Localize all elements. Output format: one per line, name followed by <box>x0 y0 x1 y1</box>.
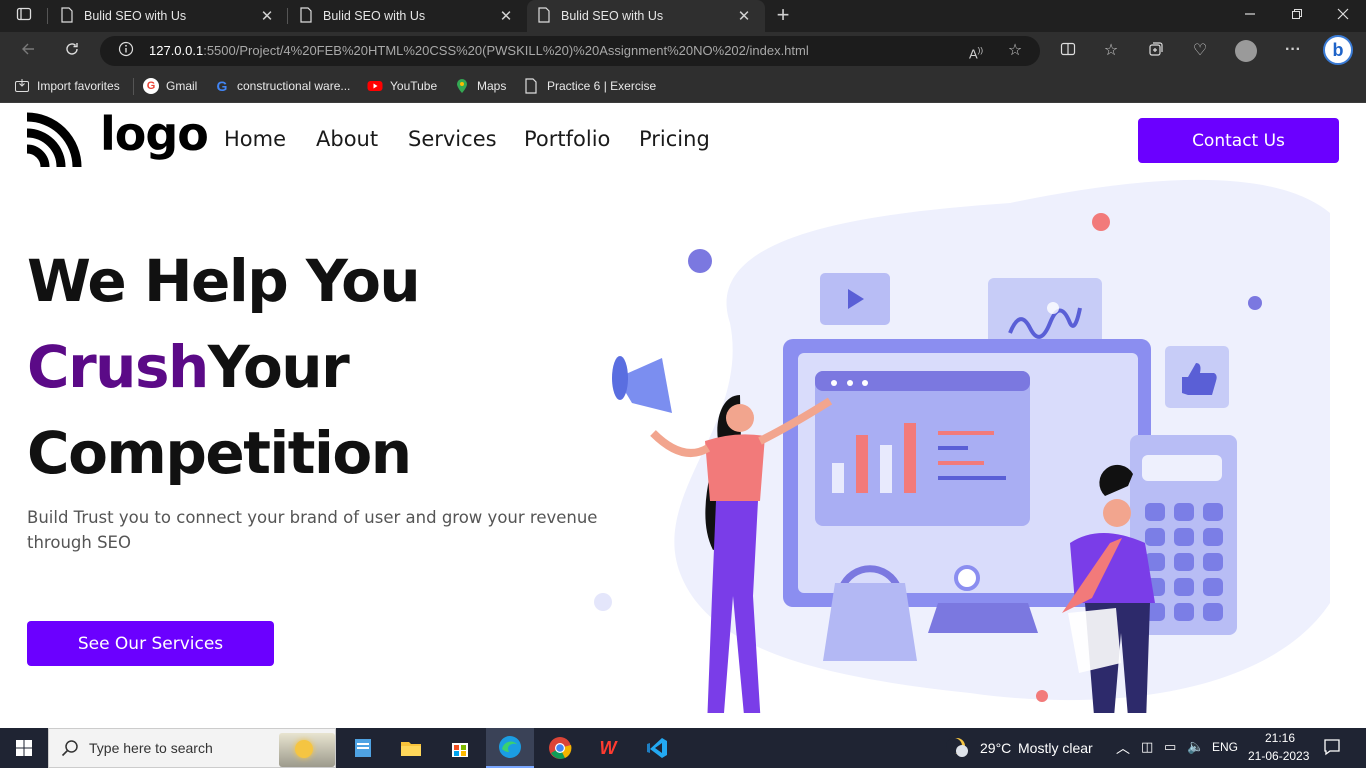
star-icon[interactable]: ☆ <box>1005 41 1025 61</box>
hero-title-your: Your <box>207 333 350 401</box>
store-app-icon[interactable] <box>436 728 484 768</box>
nav-pricing[interactable]: Pricing <box>639 127 710 151</box>
favorites-bar: Import favorites G Gmail G constructiona… <box>0 70 1366 103</box>
hero-subtitle: Build Trust you to connect your brand of… <box>27 508 598 552</box>
refresh-icon[interactable] <box>62 41 82 63</box>
page-icon <box>299 6 313 26</box>
page-icon <box>60 6 74 26</box>
favorite-import[interactable]: Import favorites <box>14 76 120 96</box>
favorite-maps[interactable]: Maps <box>454 76 506 96</box>
restore-icon[interactable] <box>1287 6 1307 26</box>
volume-icon[interactable]: 🔈 <box>1187 738 1204 755</box>
minimize-icon[interactable] <box>1240 6 1260 26</box>
page-icon <box>524 78 540 94</box>
logo-icon <box>27 112 82 167</box>
hero-title-line3: Competition <box>27 419 412 487</box>
favorite-youtube[interactable]: YouTube <box>367 76 437 96</box>
network-icon[interactable]: ◫ <box>1141 739 1153 755</box>
plus-icon[interactable]: + <box>772 4 794 26</box>
close-icon[interactable]: ✕ <box>736 7 752 25</box>
youtube-icon <box>367 78 383 94</box>
chevron-up-icon[interactable]: ︿ <box>1116 738 1130 758</box>
site-logo[interactable]: logo <box>27 107 209 167</box>
bing-icon[interactable]: b <box>1323 35 1353 65</box>
file-explorer-icon[interactable] <box>387 728 435 768</box>
favorite-label: Maps <box>477 79 507 93</box>
favorites-icon[interactable]: ☆ <box>1101 41 1121 61</box>
chrome-app-icon[interactable] <box>536 728 584 768</box>
windows-start-icon[interactable] <box>0 728 48 768</box>
web-page: logo Home About Services Portfolio Prici… <box>0 103 1366 728</box>
health-icon[interactable]: ♡ <box>1190 41 1210 61</box>
favorite-practice[interactable]: Practice 6 | Exercise <box>524 76 656 96</box>
nav-about[interactable]: About <box>316 127 378 151</box>
weather-temperature: 29°C <box>980 740 1012 756</box>
favorite-google[interactable]: G constructional ware... <box>214 76 351 96</box>
browser-tab-active[interactable]: Bulid SEO with Us ✕ <box>527 0 765 32</box>
split-screen-icon[interactable] <box>1058 41 1078 63</box>
tab-title: Bulid SEO with Us <box>323 9 426 23</box>
taskbar-search[interactable]: Type here to search <box>48 728 336 768</box>
windows-taskbar: Type here to search W 29°C Mostly clear … <box>0 728 1366 768</box>
logo-text: logo <box>100 107 209 161</box>
favorite-gmail[interactable]: G Gmail <box>143 76 197 96</box>
address-bar[interactable]: 127.0.0.1:5500/Project/4%20FEB%20HTML%20… <box>100 36 1040 66</box>
nav-portfolio[interactable]: Portfolio <box>524 127 610 151</box>
search-highlight-icon <box>279 733 335 767</box>
favorite-label: constructional ware... <box>237 79 351 93</box>
battery-icon[interactable]: ▭ <box>1164 739 1176 755</box>
nav-home[interactable]: Home <box>224 127 286 151</box>
vscode-app-icon[interactable] <box>633 728 681 768</box>
hero-illustration <box>594 179 1330 713</box>
clock-time[interactable]: 21:16 <box>1265 731 1295 745</box>
tab-strip: Bulid SEO with Us ✕ Bulid SEO with Us ✕ … <box>0 0 1366 32</box>
weather-icon[interactable] <box>946 736 972 760</box>
address-toolbar: 127.0.0.1:5500/Project/4%20FEB%20HTML%20… <box>0 32 1366 70</box>
wps-office-icon[interactable]: W <box>584 728 632 768</box>
hero-highlight: Crush <box>27 333 209 401</box>
close-icon[interactable]: ✕ <box>498 7 514 25</box>
tab-title: Bulid SEO with Us <box>561 9 664 23</box>
page-icon <box>537 6 551 26</box>
tab-title: Bulid SEO with Us <box>84 9 187 23</box>
hero-title-line2: CrushYour <box>27 333 350 401</box>
close-icon[interactable]: ✕ <box>259 7 275 25</box>
gmail-icon: G <box>143 78 159 94</box>
search-icon <box>61 739 79 762</box>
url-host: 127.0.0.1 <box>149 43 204 58</box>
back-icon[interactable] <box>18 41 38 63</box>
maps-icon <box>454 78 470 94</box>
browser-tab[interactable]: Bulid SEO with Us ✕ <box>50 0 286 32</box>
favorite-label: YouTube <box>390 79 438 93</box>
edge-browser-icon[interactable] <box>486 728 534 768</box>
tab-actions-icon[interactable] <box>14 6 34 28</box>
notifications-icon[interactable] <box>1323 738 1343 758</box>
search-placeholder: Type here to search <box>89 740 213 756</box>
favorite-label: Gmail <box>166 79 198 93</box>
url-path: :5500/Project/4%20FEB%20HTML%20CSS%20(PW… <box>203 43 809 58</box>
info-icon[interactable] <box>116 41 136 63</box>
google-icon: G <box>216 78 228 94</box>
weather-description: Mostly clear <box>1018 740 1093 756</box>
favorite-label: Practice 6 | Exercise <box>547 79 657 93</box>
language-indicator[interactable]: ENG <box>1212 740 1238 754</box>
clock-date[interactable]: 21-06-2023 <box>1248 749 1309 763</box>
close-window-icon[interactable] <box>1333 6 1353 26</box>
collections-icon[interactable] <box>1146 41 1166 63</box>
hero-title-line1: We Help You <box>27 247 421 315</box>
import-icon <box>14 78 30 94</box>
favorite-label: Import favorites <box>37 79 120 93</box>
url-text: 127.0.0.1:5500/Project/4%20FEB%20HTML%20… <box>149 43 809 58</box>
see-our-services-button[interactable]: See Our Services <box>27 621 274 666</box>
nav-services[interactable]: Services <box>408 127 497 151</box>
contact-us-button[interactable]: Contact Us <box>1138 118 1339 163</box>
more-icon[interactable]: ··· <box>1283 40 1303 60</box>
notepad-app-icon[interactable] <box>339 728 387 768</box>
browser-tab[interactable]: Bulid SEO with Us ✕ <box>289 0 525 32</box>
read-aloud-icon[interactable]: A)) <box>966 41 986 64</box>
profile-avatar[interactable] <box>1235 40 1257 62</box>
